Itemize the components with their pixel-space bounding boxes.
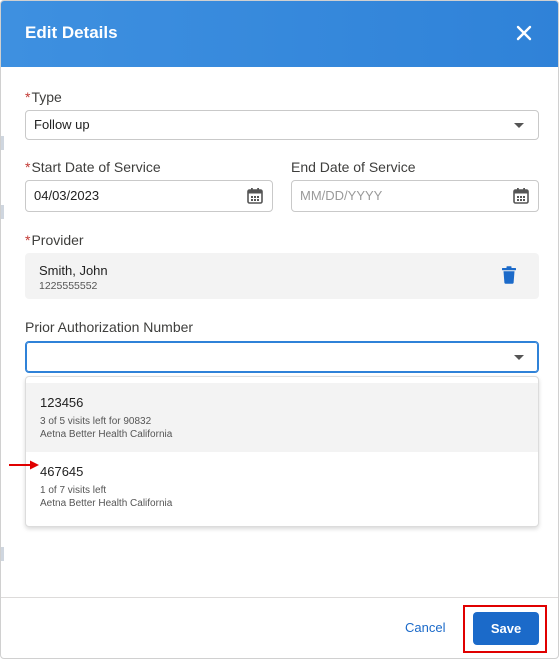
start-date-label: *Start Date of Service	[25, 159, 161, 175]
provider-name: Smith, John	[39, 263, 108, 278]
provider-id: 1225555552	[39, 280, 98, 292]
option-number: 123456	[40, 395, 84, 410]
save-button[interactable]: Save	[473, 612, 539, 645]
background-edge	[1, 205, 4, 219]
prior-auth-label: Prior Authorization Number	[25, 319, 194, 335]
chevron-down-icon	[514, 123, 524, 128]
required-marker: *	[25, 159, 31, 175]
calendar-icon[interactable]	[246, 187, 264, 205]
type-label-text: Type	[31, 89, 62, 105]
end-date-input[interactable]: MM/DD/YYYY	[291, 180, 539, 212]
chevron-down-icon	[514, 355, 524, 360]
provider-card: Smith, John 1225555552	[25, 253, 539, 299]
option-number: 467645	[40, 464, 84, 479]
required-marker: *	[25, 232, 31, 248]
end-date-label: End Date of Service	[291, 159, 416, 175]
type-label: *Type	[25, 89, 62, 105]
option-visits: 1 of 7 visits left	[40, 485, 107, 496]
calendar-icon[interactable]	[512, 187, 530, 205]
prior-auth-dropdown: 123456 3 of 5 visits left for 90832 Aetn…	[25, 376, 539, 527]
cancel-button[interactable]: Cancel	[405, 620, 445, 635]
edit-details-modal: Edit Details *Type Follow up *Start Date…	[0, 0, 559, 659]
provider-label-text: Provider	[31, 232, 84, 248]
required-marker: *	[25, 89, 31, 105]
start-date-label-text: Start Date of Service	[31, 159, 161, 175]
option-payer: Aetna Better Health California	[40, 429, 173, 440]
prior-auth-select[interactable]	[25, 341, 539, 373]
arrow-right-icon	[9, 460, 39, 470]
background-edge	[1, 136, 4, 150]
type-select[interactable]: Follow up	[25, 110, 539, 140]
footer-divider	[1, 597, 558, 598]
type-select-value: Follow up	[34, 117, 90, 132]
option-visits: 3 of 5 visits left for 90832	[40, 416, 152, 427]
prior-auth-option[interactable]: 123456 3 of 5 visits left for 90832 Aetn…	[26, 383, 538, 452]
prior-auth-option[interactable]: 467645 1 of 7 visits left Aetna Better H…	[26, 452, 538, 521]
close-icon[interactable]	[514, 23, 534, 43]
option-payer: Aetna Better Health California	[40, 498, 173, 509]
start-date-input[interactable]: 04/03/2023	[25, 180, 273, 212]
end-date-placeholder: MM/DD/YYYY	[300, 188, 383, 203]
provider-label: *Provider	[25, 232, 84, 248]
trash-icon[interactable]	[501, 266, 517, 284]
start-date-value: 04/03/2023	[34, 188, 100, 203]
modal-header: Edit Details	[1, 1, 558, 67]
background-edge	[1, 547, 4, 561]
modal-title: Edit Details	[25, 23, 118, 42]
